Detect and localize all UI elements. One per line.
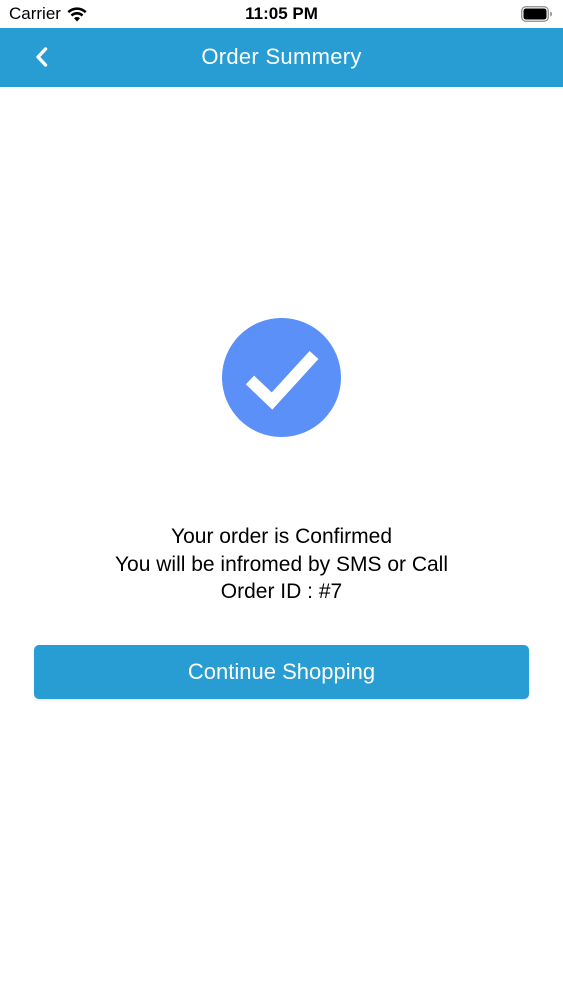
- navigation-bar: Order Summery: [0, 28, 563, 87]
- confirmation-message: Your order is Confirmed You will be infr…: [0, 523, 563, 606]
- page-title: Order Summery: [201, 44, 362, 69]
- battery-icon: [521, 6, 552, 22]
- continue-shopping-label: Continue Shopping: [187, 659, 376, 684]
- confirmation-badge: [222, 318, 341, 437]
- order-summary-screen: Carrier 11:05 PM Order Summery Your orde: [0, 0, 563, 1000]
- status-time: 11:05 PM: [245, 4, 318, 23]
- status-bar: Carrier 11:05 PM: [0, 0, 563, 28]
- confirmation-line: Your order is Confirmed: [171, 525, 392, 548]
- notification-line: You will be infromed by SMS or Call: [114, 552, 449, 576]
- checkmark-icon: [245, 350, 318, 410]
- continue-shopping-button[interactable]: Continue Shopping: [34, 645, 529, 699]
- order-id-line: Order ID : #7: [220, 580, 343, 603]
